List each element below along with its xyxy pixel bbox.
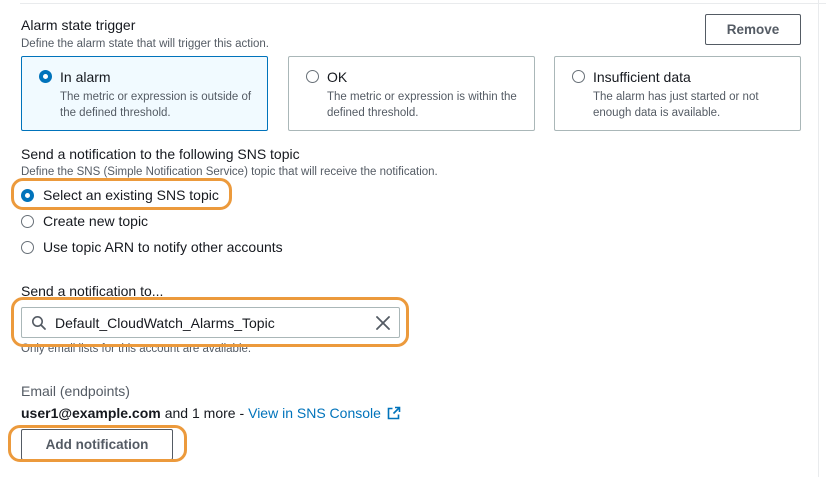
radio-create-new-topic[interactable] [21,214,34,228]
alarm-state-trigger-description: Define the alarm state that will trigger… [21,38,270,50]
tile-ok-label: OK [327,69,348,85]
endpoint-email: user1@example.com [21,405,161,421]
email-endpoints-line: user1@example.com and 1 more - View in S… [21,405,401,421]
tile-insufficient-data-label: Insufficient data [593,69,691,85]
endpoint-more-text: and 1 more - [164,405,245,421]
tile-ok[interactable]: OK The metric or expression is within th… [288,56,535,131]
tile-in-alarm-description: The metric or expression is outside of t… [60,91,252,119]
option-create-new-topic-label: Create new topic [43,213,149,229]
highlight-ring-topic-input [11,297,409,347]
radio-use-topic-arn[interactable] [21,240,34,254]
divider [20,3,826,4]
option-use-topic-arn[interactable]: Use topic ARN to notify other accounts [21,239,283,255]
radio-insufficient-data[interactable] [572,70,585,83]
option-use-topic-arn-label: Use topic ARN to notify other accounts [43,239,283,255]
highlight-ring-add-notification [8,425,187,462]
highlight-ring-existing-topic [11,178,232,210]
radio-ok[interactable] [306,70,319,83]
tile-insufficient-data-description: The alarm has just started or not enough… [593,91,759,119]
tile-insufficient-data[interactable]: Insufficient data The alarm has just sta… [554,56,801,131]
radio-in-alarm[interactable] [39,70,52,83]
tile-ok-description: The metric or expression is within the d… [327,91,517,119]
remove-button[interactable]: Remove [705,14,801,45]
tile-in-alarm-label: In alarm [60,69,111,85]
sns-topic-description: Define the SNS (Simple Notification Serv… [21,166,438,178]
sns-topic-title: Send a notification to the following SNS… [21,146,300,162]
tile-in-alarm[interactable]: In alarm The metric or expression is out… [21,56,268,131]
alarm-state-trigger-title: Alarm state trigger [21,17,136,33]
option-create-new-topic[interactable]: Create new topic [21,213,148,229]
email-endpoints-label: Email (endpoints) [21,383,130,399]
divider [818,0,819,477]
external-link-icon[interactable] [387,406,401,420]
view-in-sns-console-link[interactable]: View in SNS Console [248,405,381,421]
